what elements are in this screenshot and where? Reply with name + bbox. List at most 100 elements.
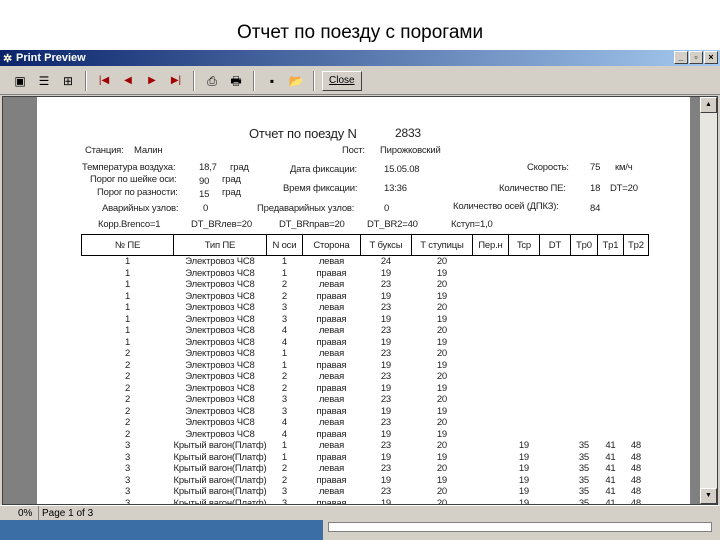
table-cell: 3 [281,313,287,325]
table-cell: Крытый вагон(Платф) [173,474,267,486]
table-cell: правая [316,359,347,371]
table-cell: Электровоз ЧС8 [185,371,255,382]
close-window-button[interactable]: × [704,51,718,64]
first-page-icon[interactable]: |◀ [94,71,114,91]
next-page-icon[interactable]: ▶ [142,71,162,91]
table-cell: левая [318,394,345,405]
alarm-value: 0 [203,203,209,214]
table-cell: 48 [630,474,641,486]
table-cell: Электровоз ЧС8 [185,382,255,394]
diff-threshold-value: 15 [199,189,210,200]
table-row: 1 Электровоз ЧС8 3 правая 19 19 [82,314,649,326]
column-header: DT [538,234,571,256]
open-icon[interactable]: 📂 [286,71,306,91]
table-cell: 3 [281,405,287,417]
table-cell [508,383,539,395]
table-row: 3 Крытый вагон(Платф) 1 правая 19 19 19 35 41 48 [82,452,649,464]
one-page-icon[interactable]: ▣ [10,71,30,91]
prev-page-icon[interactable]: ◀ [118,71,138,91]
table-cell [539,279,570,291]
table-cell: Крытый вагон(Платф) [173,463,267,474]
table-cell: 1 [124,290,131,302]
table-cell: левая [318,348,345,359]
table-cell: 41 [605,463,616,474]
table-cell: 19 [380,474,391,486]
post-label: Пост: [342,145,365,156]
table-cell: 1 [281,440,287,451]
table-cell [508,429,539,441]
vertical-scrollbar[interactable]: ▲ ▼ [700,97,717,504]
table-cell [539,486,570,498]
slide-title: Отчет по поезду с порогами [236,22,484,43]
table-cell [597,325,623,337]
table-cell: Электровоз ЧС8 [185,313,255,325]
table-cell: Электровоз ЧС8 [185,302,255,313]
table-cell [508,406,539,418]
table-cell [570,394,597,406]
last-page-icon[interactable]: ▶| [166,71,186,91]
table-cell [539,302,570,314]
two-pages-icon[interactable]: ☰ [34,71,54,91]
table-cell [539,452,570,464]
table-cell [508,348,539,360]
table-cell: 1 [281,359,287,371]
table-cell: правая [316,290,347,302]
table-cell [570,429,597,441]
table-cell [570,256,597,268]
temp-label: Температура воздуха: [82,162,176,173]
table-cell [472,371,508,383]
taskbar-input[interactable] [328,522,712,532]
zoom-icon[interactable]: ⊞ [58,71,78,91]
station-label: Станция: [85,145,124,156]
table-cell [570,383,597,395]
print-icon[interactable]: 🖶 [226,71,246,91]
print-setup-icon[interactable]: ⎙ [202,71,222,91]
table-cell: 19 [436,405,447,417]
toolbar-separator [193,70,195,91]
column-header: Tp1 [596,234,624,256]
table-cell [597,348,623,360]
table-cell: левая [318,279,345,290]
app-icon: ✲ [3,53,13,65]
table-cell: 19 [518,451,529,463]
column-header: N оси [265,234,303,256]
table-cell: Крытый вагон(Платф) [173,440,267,451]
table-cell [539,394,570,406]
table-cell: 19 [436,428,447,440]
table-cell [539,337,570,349]
table-cell: левая [318,325,345,336]
table-cell: 23 [380,417,391,428]
table-cell: 23 [380,302,391,313]
table-cell [597,394,623,406]
title-bar: ✲ Print Preview _ ▫ × [0,50,720,66]
column-header: Т ступицы [410,234,473,256]
table-cell: 19 [380,497,391,505]
table-cell [623,279,648,291]
close-button[interactable]: Close [322,70,362,91]
table-cell: 20 [436,497,447,505]
toolbar-separator [313,70,315,91]
table-cell [472,417,508,429]
table-cell: 3 [281,486,287,497]
scroll-down-icon[interactable]: ▼ [700,488,717,504]
table-cell [472,383,508,395]
taskbar-panel [323,520,720,540]
table-cell: 20 [436,348,447,359]
table-row: 1 Электровоз ЧС8 3 левая 23 20 [82,302,649,314]
table-cell: 41 [605,497,616,505]
table-cell [472,440,508,452]
toolbar: ▣ ☰ ⊞ |◀ ◀ ▶ ▶| ⎙ 🖶 ▪ 📂 Close [0,67,720,95]
table-row: 2 Электровоз ЧС8 2 правая 19 19 [82,383,649,395]
table-cell: 48 [630,486,641,497]
table-cell [508,291,539,303]
table-cell: 2 [124,417,131,428]
table-cell: 1 [281,256,287,267]
temp-unit: град [230,162,249,173]
table-cell: 20 [436,279,447,290]
table-cell [539,268,570,280]
minimize-button[interactable]: _ [674,51,688,64]
save-icon[interactable]: ▪ [262,71,282,91]
restore-button[interactable]: ▫ [689,51,703,64]
scroll-up-icon[interactable]: ▲ [700,97,717,113]
table-cell: 1 [281,267,287,279]
